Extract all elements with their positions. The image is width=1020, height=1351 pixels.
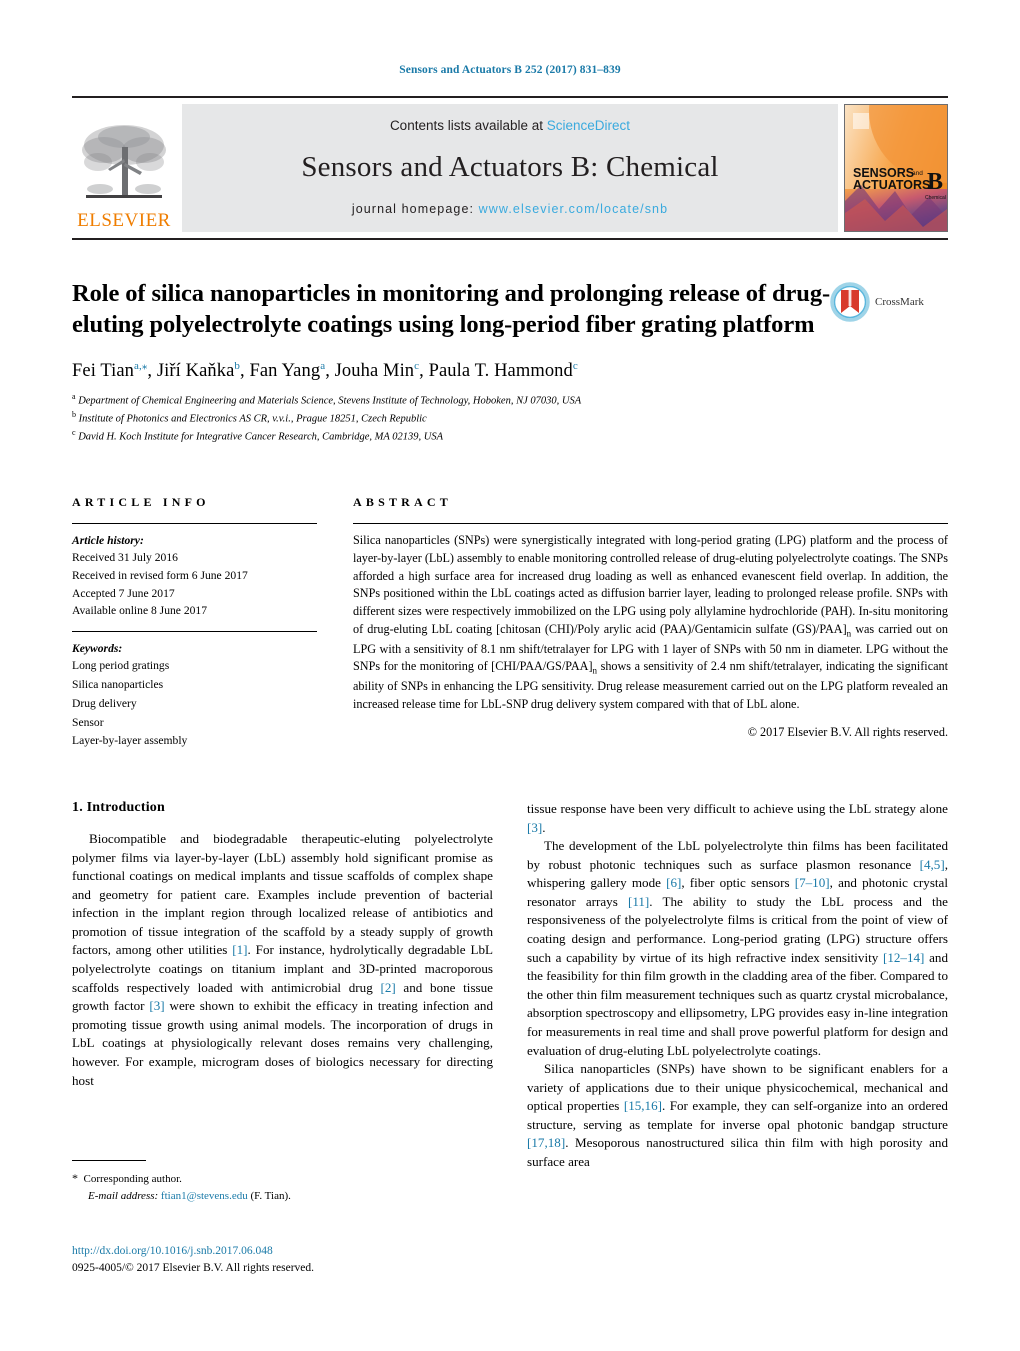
abstract-heading: ABSTRACT [353,495,452,509]
title-block: Role of silica nanoparticles in monitori… [72,278,948,445]
email-address-label: E-mail address: [88,1189,159,1202]
body-paragraph: The development of the LbL polyelectroly… [527,838,948,1058]
body-column-left: 1. Introduction Biocompatible and biodeg… [72,800,493,1172]
corresponding-author-text: Corresponding author. [83,1173,182,1185]
svg-text:and: and [912,170,923,177]
info-abstract-row: ARTICLE INFO Article history: Received 3… [72,495,948,762]
affiliation-item: b Institute of Photonics and Electronics… [72,409,948,427]
svg-text:Chemical: Chemical [925,195,946,201]
keyword-item: Layer-by-layer assembly [72,734,188,748]
sciencedirect-link[interactable]: ScienceDirect [547,118,630,133]
keywords-heading: Keywords: [72,641,123,655]
affiliation-list: a Department of Chemical Engineering and… [72,391,948,445]
abstract-copyright: © 2017 Elsevier B.V. All rights reserved… [747,724,948,739]
corresponding-author-footnote: * Corresponding author. E-mail address: … [72,1160,493,1204]
journal-article-page: Sensors and Actuators B 252 (2017) 831–8… [0,0,1020,1351]
article-info-rule [72,523,317,524]
journal-homepage-link[interactable]: www.elsevier.com/locate/snb [479,202,669,216]
crossmark-label: CrossMark [875,296,924,308]
keyword-item: Sensor [72,715,104,729]
crossmark-badge[interactable]: CrossMark [830,282,948,322]
body-columns: 1. Introduction Biocompatible and biodeg… [72,800,948,1172]
footnote-email-line: E-mail address: ftian1@stevens.edu (F. T… [72,1188,493,1205]
keywords-group: Keywords: Long period gratings Silica na… [72,640,317,751]
body-paragraph: Silica nanoparticles (SNPs) have shown t… [527,1061,948,1169]
article-info-column: ARTICLE INFO Article history: Received 3… [72,495,317,762]
journal-homepage-label: journal homepage: [351,202,479,216]
journal-homepage-line: journal homepage: www.elsevier.com/locat… [352,202,668,216]
keywords-rule [72,630,317,632]
doi-link[interactable]: http://dx.doi.org/10.1016/j.snb.2017.06.… [72,1243,572,1260]
journal-title: Sensors and Actuators B: Chemical [301,151,719,183]
article-history-heading: Article history: [72,534,144,547]
body-column-right: tissue response have been very difficult… [527,800,948,1172]
elsevier-wordmark: ELSEVIER [77,210,171,231]
section-heading-introduction: 1. Introduction [72,800,165,815]
affiliation-text: Department of Chemical Engineering and M… [78,395,582,407]
masthead-bottom-rule [72,238,948,240]
email-address-link[interactable]: ftian1@stevens.edu [161,1190,248,1202]
elsevier-tree-icon [82,125,166,198]
keyword-item: Long period gratings [72,659,170,673]
abstract-text: Silica nanoparticles (SNPs) were synergi… [353,533,948,711]
svg-text:ACTUATORS: ACTUATORS [853,178,930,192]
svg-text:B: B [927,169,943,195]
asterisk-icon: * [72,1171,78,1185]
email-address-owner: (F. Tian). [250,1189,291,1202]
body-gutter [493,800,527,1172]
affiliation-item: c David H. Koch Institute for Integrativ… [72,427,948,445]
issn-copyright-line: 0925-4005/© 2017 Elsevier B.V. All right… [72,1261,315,1274]
article-history-item: Accepted 7 June 2017 [72,586,175,600]
journal-masthead: ELSEVIER Contents lists available at Sci… [72,96,948,240]
affiliation-text: Institute of Photonics and Electronics A… [78,413,427,425]
body-paragraph: Biocompatible and biodegradable therapeu… [72,831,493,1088]
column-gutter [317,495,353,762]
abstract-column: ABSTRACT Silica nanoparticles (SNPs) wer… [353,495,948,762]
article-history-item: Received in revised form 6 June 2017 [72,569,248,582]
article-history-item: Available online 8 June 2017 [72,604,208,618]
journal-cover-art: SENSORS and ACTUATORS B Chemical [845,105,947,231]
footnote-rule [72,1160,146,1161]
contents-lists-prefix: Contents lists available at [389,118,547,133]
author-list: Fei Tiana,⁎, Jiří Kaňkab, Fan Yanga, Jou… [72,359,578,381]
affiliation-marker: a [72,391,76,401]
article-history-group: Article history: Received 31 July 2016 R… [72,532,317,620]
affiliation-marker: b [72,409,76,419]
affiliation-text: David H. Koch Institute for Integrative … [78,431,444,443]
page-title: Role of silica nanoparticles in monitori… [72,280,831,339]
running-head: Sensors and Actuators B 252 (2017) 831–8… [399,64,621,76]
abstract-rule [353,523,948,524]
crossmark-icon [830,282,870,322]
article-history-item: Received 31 July 2016 [72,551,178,565]
journal-cover-thumbnail: SENSORS and ACTUATORS B Chemical [844,104,948,232]
footnote-corresponding-line: * Corresponding author. [72,1169,493,1188]
elsevier-logo: ELSEVIER [72,104,176,232]
keyword-item: Silica nanoparticles [72,678,164,691]
article-info-heading: ARTICLE INFO [72,495,210,509]
journal-band: Contents lists available at ScienceDirec… [182,104,838,232]
contents-lists-line: Contents lists available at ScienceDirec… [390,118,630,133]
body-paragraph: tissue response have been very difficult… [527,801,948,835]
affiliation-marker: c [72,427,76,437]
affiliation-item: a Department of Chemical Engineering and… [72,391,948,409]
keyword-item: Drug delivery [72,696,137,710]
page-footer: http://dx.doi.org/10.1016/j.snb.2017.06.… [72,1243,572,1276]
